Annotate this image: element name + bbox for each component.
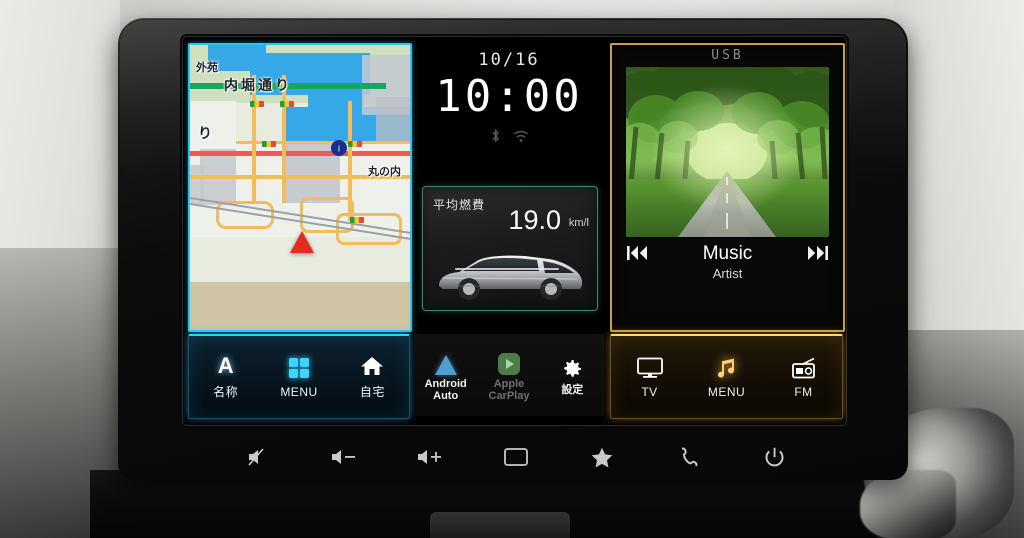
navigation-button-bar: A 名称 MENU 自宅 <box>188 334 410 419</box>
shifter-area <box>430 512 570 538</box>
map-district-area <box>190 282 410 330</box>
app-launcher-row: Android Auto Apple CarPlay 設定 <box>414 334 604 416</box>
fuel-economy-title: 平均燃費 <box>433 198 486 212</box>
app-android-auto[interactable]: Android Auto <box>414 349 477 402</box>
media-button-tv-label: TV <box>641 384 658 399</box>
map-view[interactable]: i 外苑 内堀通り り 丸の内 <box>188 43 412 332</box>
bluetooth-icon <box>491 128 499 143</box>
map-label-uchibori-dori: 内堀通り <box>224 77 292 93</box>
map-ground-2 <box>190 101 236 143</box>
map-building-2 <box>376 97 410 143</box>
app-android-auto-label: Android Auto <box>424 377 467 402</box>
map-main-road-red <box>190 151 410 156</box>
fuel-economy-widget[interactable]: 平均燃費 19.0 km/l <box>422 186 598 311</box>
map-label-ri: り <box>198 125 212 141</box>
track-title: Music <box>702 243 753 264</box>
map-canvas: i 外苑 内堀通り り 丸の内 <box>190 45 410 330</box>
fuel-economy-unit: km/l <box>568 217 589 229</box>
hw-button-favorite[interactable] <box>580 440 624 474</box>
radio-icon <box>791 356 817 380</box>
app-apple-carplay[interactable]: Apple CarPlay <box>477 349 540 402</box>
clock-widget[interactable]: 10/16 10:00 <box>414 50 604 144</box>
nav-button-home[interactable]: 自宅 <box>336 354 409 400</box>
gear-icon <box>560 355 584 381</box>
map-label-marunouchi: 丸の内 <box>368 166 401 178</box>
media-button-menu[interactable]: MENU <box>688 356 765 399</box>
nav-button-home-label: 自宅 <box>359 385 385 399</box>
wifi-icon <box>513 130 528 142</box>
android-auto-icon <box>434 349 457 375</box>
vehicle-illustration <box>439 255 583 300</box>
head-unit-bezel: i 外苑 内堀通り り 丸の内 A 名称 MENU 自宅 10/16 10:00… <box>118 18 908 480</box>
map-traffic-signal-4 <box>348 141 362 147</box>
infotainment-screen[interactable]: i 外苑 内堀通り り 丸の内 A 名称 MENU 自宅 10/16 10:00… <box>182 36 847 426</box>
media-button-fm[interactable]: FM <box>765 356 842 399</box>
hw-button-display[interactable] <box>494 440 538 474</box>
media-button-bar: TV MENU FM <box>610 334 843 419</box>
nav-button-menu-label: MENU <box>280 384 318 399</box>
app-settings-label: 設定 <box>561 383 584 396</box>
app-settings[interactable]: 設定 <box>541 355 604 396</box>
clock-date: 10/16 <box>478 50 540 70</box>
grid-menu-icon <box>288 356 309 380</box>
hw-button-phone[interactable] <box>666 440 710 474</box>
dashboard-scene: i 外苑 内堀通り り 丸の内 A 名称 MENU 自宅 10/16 10:00… <box>0 0 1024 538</box>
media-column: USB Music Artist TV MENU FM <box>604 36 847 426</box>
media-view[interactable]: USB Music Artist <box>610 43 845 332</box>
map-traffic-signal-5 <box>350 217 364 223</box>
map-traffic-signal-3 <box>262 141 276 147</box>
track-artist: Artist <box>712 266 743 281</box>
status-icon-row <box>414 128 604 144</box>
svg-text:i: i <box>338 144 340 154</box>
vehicle-position-marker <box>290 231 314 253</box>
map-traffic-signal-2 <box>280 101 294 107</box>
media-button-tv[interactable]: TV <box>611 356 688 399</box>
hw-button-volume-down[interactable] <box>322 440 366 474</box>
hw-button-mute[interactable] <box>236 440 280 474</box>
fuel-economy-value: 19.0 <box>508 205 561 235</box>
home-icon <box>360 354 384 378</box>
map-traffic-signal-1 <box>250 101 264 107</box>
app-apple-carplay-label: Apple CarPlay <box>488 377 530 402</box>
letter-a-icon: A <box>217 353 234 378</box>
center-column: 10/16 10:00 平均燃費 19.0 km/l Android Auto … <box>414 36 604 426</box>
nav-button-name[interactable]: A 名称 <box>189 354 262 400</box>
clock-time: 10:00 <box>435 71 583 122</box>
tv-icon <box>636 356 663 380</box>
map-poi-marker: i <box>331 140 347 156</box>
hw-button-volume-up[interactable] <box>408 440 452 474</box>
media-source-label: USB <box>711 48 744 63</box>
hw-button-power[interactable] <box>752 440 796 474</box>
now-playing-info: Music Artist <box>612 243 843 281</box>
nav-button-name-label: 名称 <box>213 385 239 399</box>
album-art <box>626 67 829 237</box>
navigation-column: i 外苑 内堀通り り 丸の内 A 名称 MENU 自宅 <box>182 36 414 426</box>
music-note-icon <box>715 356 739 380</box>
nav-button-menu[interactable]: MENU <box>262 356 335 399</box>
map-label-gaien: 外苑 <box>196 62 218 74</box>
media-button-fm-label: FM <box>794 384 813 399</box>
apple-carplay-icon <box>497 349 520 375</box>
media-button-menu-label: MENU <box>707 384 746 399</box>
chrome-air-vent-inner <box>860 470 956 538</box>
hardware-button-row <box>236 438 796 476</box>
